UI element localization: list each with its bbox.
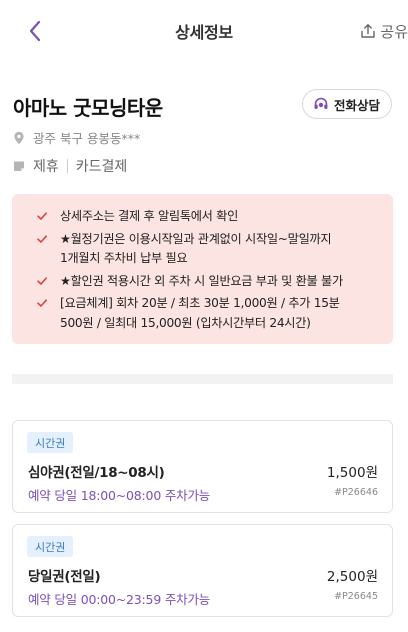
notice-item: ★월정기권은 이용시작일과 관계없이 시작일~말일까지 1개월치 주차비 납부 … (36, 230, 393, 269)
notice-text: ★할인권 적용시간 외 주차 시 일반요금 부과 및 환불 불가 (60, 273, 343, 288)
ticket-name: 당일권(전일) (28, 569, 101, 585)
notice-item: 상세주소는 결제 후 알림톡에서 확인 (36, 207, 393, 227)
ticket-time: 예약 당일 18:00~08:00 주차가능 (28, 488, 211, 503)
share-button[interactable]: 공유 (360, 18, 408, 44)
ticket-price: 1,500원 (326, 465, 378, 481)
tag-divider (66, 159, 68, 173)
address-text: 광주 북구 용봉동*** (33, 131, 141, 146)
page-title: 상세정보 (175, 23, 233, 42)
notice-item: ★할인권 적용시간 외 주차 시 일반요금 부과 및 환불 불가 (36, 272, 393, 292)
headset-icon (314, 97, 328, 109)
tag-note-icon (14, 161, 24, 171)
section-divider (12, 374, 393, 384)
ticket-time: 예약 당일 00:00~23:59 주차가능 (28, 592, 211, 607)
share-icon (361, 24, 376, 38)
tag-partnership: 제휴 (33, 159, 59, 175)
notice-item: [요금체계] 회차 20분 / 최초 30분 1,000원 / 추가 15분 5… (36, 294, 393, 333)
tag-card-payment: 카드결제 (75, 159, 128, 175)
ticket-type-badge: 시간권 (27, 536, 74, 557)
store-name: 아마노 굿모닝타운 (13, 96, 163, 120)
check-icon (37, 212, 47, 220)
notice-text: 상세주소는 결제 후 알림톡에서 확인 (60, 209, 238, 223)
notice-text: ★월정기권은 이용시작일과 관계없이 시작일~말일까지 1개월치 주차비 납부 … (60, 231, 332, 266)
call-consult-label: 전화상담 (333, 97, 380, 113)
header: 상세정보 공유 (0, 0, 408, 62)
ticket-name: 심야권(전일/18~08시) (28, 465, 165, 481)
check-icon (37, 299, 47, 307)
call-consult-button[interactable]: 전화상담 (301, 89, 392, 119)
ticket-code: #P26646 (334, 487, 378, 498)
notice-box: 상세주소는 결제 후 알림톡에서 확인 ★월정기권은 이용시작일과 관계없이 시… (12, 194, 393, 344)
share-label: 공유 (380, 22, 408, 41)
store-tags: 제휴 카드결제 (13, 156, 127, 176)
check-icon (37, 234, 47, 243)
check-icon (37, 276, 47, 285)
notice-text: [요금체계] 회차 20분 / 최초 30분 1,000원 / 추가 15분 5… (60, 296, 340, 330)
address-row: 광주 북구 용봉동*** (13, 128, 140, 147)
ticket-type-badge: 시간권 (27, 432, 74, 453)
ticket-card[interactable]: 시간권 심야권(전일/18~08시) 1,500원 예약 당일 18:00~08… (12, 420, 393, 513)
location-pin-icon (14, 131, 24, 144)
ticket-card[interactable]: 시간권 당일권(전일) 2,500원 예약 당일 00:00~23:59 주차가… (12, 524, 393, 617)
ticket-price: 2,500원 (326, 569, 378, 585)
ticket-code: #P26645 (334, 591, 378, 602)
